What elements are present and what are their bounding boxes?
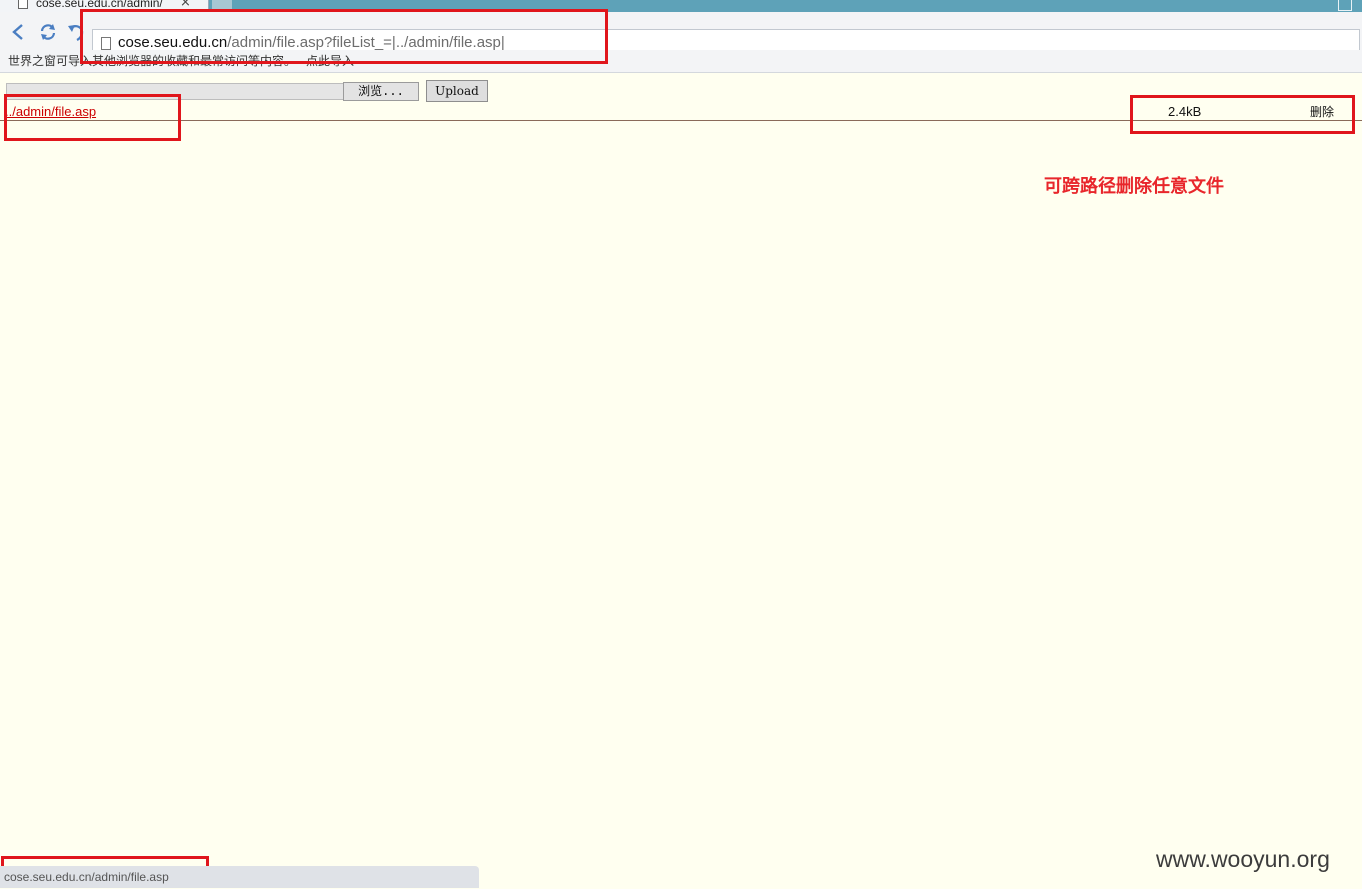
back-arrow-icon[interactable] [10,22,26,42]
upload-button[interactable]: Upload [426,80,488,102]
page-icon [18,0,28,9]
annotation-box-url [80,9,608,64]
annotation-box-delete [1130,95,1355,134]
annotation-box-file [4,94,181,141]
status-bar: cose.seu.edu.cn/admin/file.asp [0,866,479,888]
refresh-icon[interactable] [38,22,58,42]
browse-button[interactable]: 浏览... [343,82,419,101]
window-control[interactable] [1338,0,1352,11]
annotation-note: 可跨路径删除任意文件 [1044,176,1224,197]
status-url: cose.seu.edu.cn/admin/file.asp [4,870,169,884]
watermark: www.wooyun.org [1156,846,1330,872]
